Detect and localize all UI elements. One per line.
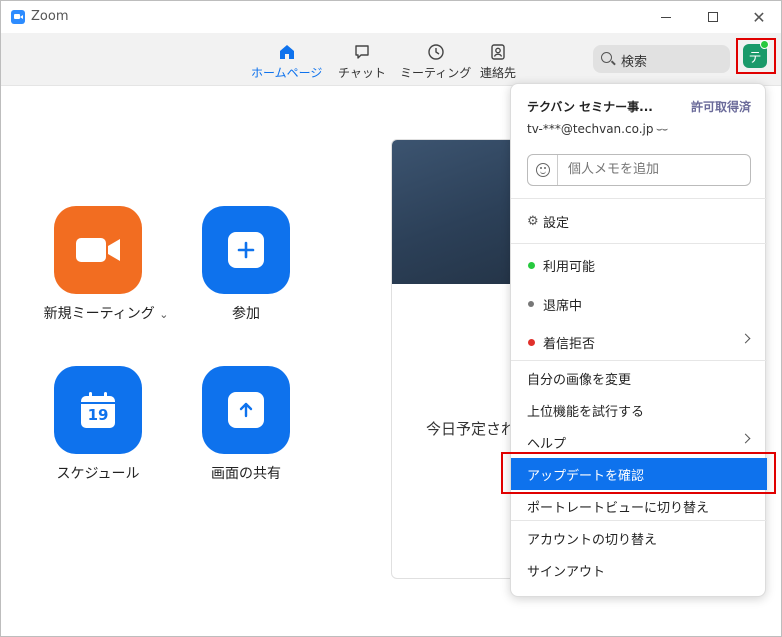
chevron-down-icon[interactable]: ⌄ (159, 308, 168, 321)
window-title: Zoom (31, 9, 69, 24)
share-screen-label: 画面の共有 (211, 466, 281, 482)
menu-item-label: 利用可能 (543, 260, 596, 275)
close-icon: ✕ (752, 7, 766, 27)
gear-icon: ⚙ (527, 214, 539, 229)
share-screen-button[interactable] (202, 366, 290, 454)
menu-item-label: 着信拒否 (543, 337, 596, 352)
menu-item-change-picture[interactable]: 自分の画像を変更 (511, 363, 767, 393)
menu-divider (511, 520, 767, 521)
tab-meetings[interactable]: ミーティング (400, 43, 471, 81)
search-input[interactable]: 検索 (593, 45, 730, 73)
calendar-icon: 19 (81, 392, 115, 428)
away-clock-icon (528, 301, 534, 307)
hide-email-icon[interactable]: ⌣⌣ (656, 124, 668, 135)
menu-item-label: ポートレートビューに切り替え (527, 501, 710, 516)
menu-item-sign-out[interactable]: サインアウト (511, 555, 767, 585)
maximize-button[interactable] (698, 5, 728, 29)
minimize-icon (661, 16, 671, 18)
menu-item-label: ヘルプ (527, 437, 567, 452)
menu-item-label: サインアウト (527, 565, 606, 580)
new-meeting-text: 新規ミーティング (43, 306, 155, 322)
menu-item-settings[interactable]: ⚙ 設定 (511, 206, 767, 236)
chat-icon (353, 43, 371, 61)
menu-item-label: 設定 (543, 216, 570, 231)
tab-meetings-label: ミーティング (400, 66, 472, 80)
menu-item-status-available[interactable]: 利用可能 (511, 250, 767, 280)
personal-note-field[interactable] (527, 154, 751, 186)
upload-arrow-icon (228, 392, 264, 428)
maximize-icon (708, 12, 718, 22)
menu-item-switch-account[interactable]: アカウントの切り替え (511, 523, 767, 553)
zoom-logo-icon (11, 10, 25, 24)
personal-note-input[interactable] (568, 162, 738, 177)
chevron-right-icon (740, 333, 751, 344)
home-icon (278, 43, 296, 61)
online-status-dot (760, 40, 769, 49)
menu-item-try-features[interactable]: 上位機能を試行する (511, 395, 767, 425)
search-icon (601, 52, 612, 63)
clock-icon (427, 43, 445, 61)
video-camera-icon (76, 238, 120, 262)
close-button[interactable]: ✕ (744, 5, 774, 29)
join-label: 参加 (232, 306, 260, 322)
menu-item-label: アカウントの切り替え (527, 533, 658, 548)
menu-divider (511, 360, 767, 361)
calendar-day: 19 (87, 406, 109, 424)
menu-item-label: 上位機能を試行する (527, 405, 645, 420)
minimize-button[interactable] (651, 5, 681, 29)
menu-item-status-dnd[interactable]: 着信拒否 (511, 327, 767, 357)
menu-item-portrait-view[interactable]: ポートレートビューに切り替え (511, 491, 767, 521)
tab-chat-label: チャット (338, 66, 386, 80)
menu-divider (511, 198, 767, 199)
profile-email: tv-***@techvan.co.jp (527, 122, 654, 136)
tab-contacts[interactable]: 連絡先 (480, 43, 516, 81)
search-label: 検索 (621, 55, 648, 70)
new-meeting-label[interactable]: 新規ミーティング ⌄ (31, 303, 181, 323)
join-button[interactable] (202, 206, 290, 294)
do-not-disturb-icon (528, 339, 535, 346)
main-toolbar: ホームページ チャット ミーティング 連絡先 検索 テ (1, 33, 781, 86)
emoji-button[interactable] (528, 155, 558, 185)
menu-item-label: 自分の画像を変更 (527, 373, 632, 388)
avatar-initial: テ (748, 50, 762, 66)
tab-home[interactable]: ホームページ (251, 43, 322, 81)
chevron-right-icon (740, 433, 751, 444)
schedule-button[interactable]: 19 (54, 366, 142, 454)
update-highlight-box (501, 452, 776, 494)
schedule-label: スケジュール (56, 466, 140, 482)
new-meeting-button[interactable] (54, 206, 142, 294)
zoom-window: Zoom ✕ ホームページ チャット ミーティング 連絡先 検索 テ 新規ミーテ… (0, 0, 782, 637)
no-meetings-text: 今日予定され (426, 420, 517, 438)
profile-menu: テクバン セミナー事... 許可取得済 tv-***@techvan.co.jp… (510, 83, 767, 597)
tab-chat[interactable]: チャット (338, 43, 386, 81)
license-badge: 許可取得済 (690, 100, 751, 114)
plus-icon (228, 232, 264, 268)
smile-icon (535, 163, 550, 177)
menu-item-status-away[interactable]: 退席中 (511, 289, 767, 319)
available-status-icon (528, 262, 535, 269)
title-bar: Zoom ✕ (1, 1, 781, 33)
tab-home-label: ホームページ (251, 66, 323, 80)
avatar-highlight-box: テ (736, 38, 776, 74)
profile-name: テクバン セミナー事... (527, 100, 653, 114)
menu-divider (511, 243, 767, 244)
menu-item-label: 退席中 (543, 299, 583, 314)
tab-contacts-label: 連絡先 (480, 66, 517, 80)
contacts-icon (489, 43, 507, 61)
